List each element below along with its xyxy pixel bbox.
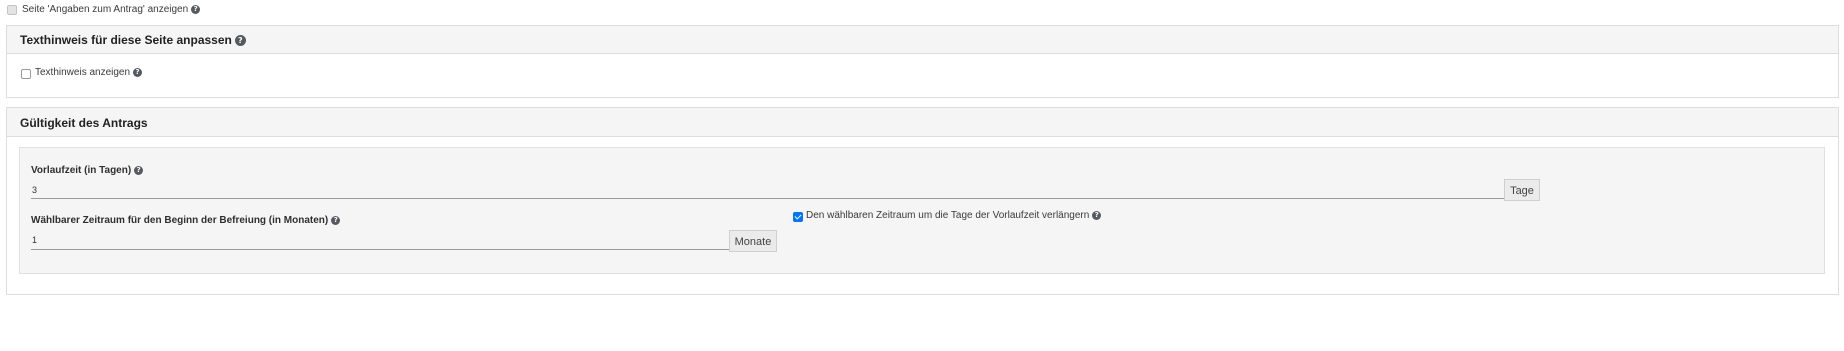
validity-settings-well: Vorlaufzeit (in Tagen)? 3 Tage Wählbarer… <box>19 147 1825 274</box>
texthinweis-panel-header: Texthinweis für diese Seite anpassen? <box>7 26 1838 54</box>
help-icon[interactable]: ? <box>331 215 341 225</box>
lead-time-unit-addon: Tage <box>1504 179 1540 201</box>
help-icon[interactable]: ? <box>234 35 246 47</box>
validity-panel: Gültigkeit des Antrags Vorlaufzeit (in T… <box>6 107 1839 295</box>
period-unit-addon: Monate <box>729 230 777 252</box>
texthinweis-panel-title: Texthinweis für diese Seite anpassen? <box>20 33 246 47</box>
validity-panel-header: Gültigkeit des Antrags <box>7 108 1838 137</box>
period-input[interactable]: 1 <box>32 235 37 245</box>
show-application-details-page-checkbox[interactable] <box>7 5 17 15</box>
help-icon[interactable]: ? <box>191 4 201 14</box>
period-label: Wählbarer Zeitraum für den Beginn der Be… <box>31 215 341 226</box>
lead-time-label: Vorlaufzeit (in Tagen)? <box>31 165 144 176</box>
texthinweis-panel: Texthinweis für diese Seite anpassen? Te… <box>6 25 1839 98</box>
lead-time-input-underline <box>31 198 1504 199</box>
period-input-underline <box>31 249 729 250</box>
help-icon[interactable]: ? <box>134 165 144 175</box>
extend-period-label: Den wählbaren Zeitraum um die Tage der V… <box>806 210 1102 221</box>
show-text-hint-label: Texthinweis anzeigen? <box>35 67 143 78</box>
show-application-details-page-label: Seite 'Angaben zum Antrag' anzeigen? <box>22 4 201 15</box>
show-text-hint-checkbox[interactable] <box>21 69 31 79</box>
help-icon[interactable]: ? <box>1092 210 1102 220</box>
extend-period-checkbox[interactable] <box>793 212 803 222</box>
lead-time-input[interactable]: 3 <box>32 185 37 195</box>
help-icon[interactable]: ? <box>133 67 143 77</box>
validity-panel-title: Gültigkeit des Antrags <box>20 116 148 130</box>
